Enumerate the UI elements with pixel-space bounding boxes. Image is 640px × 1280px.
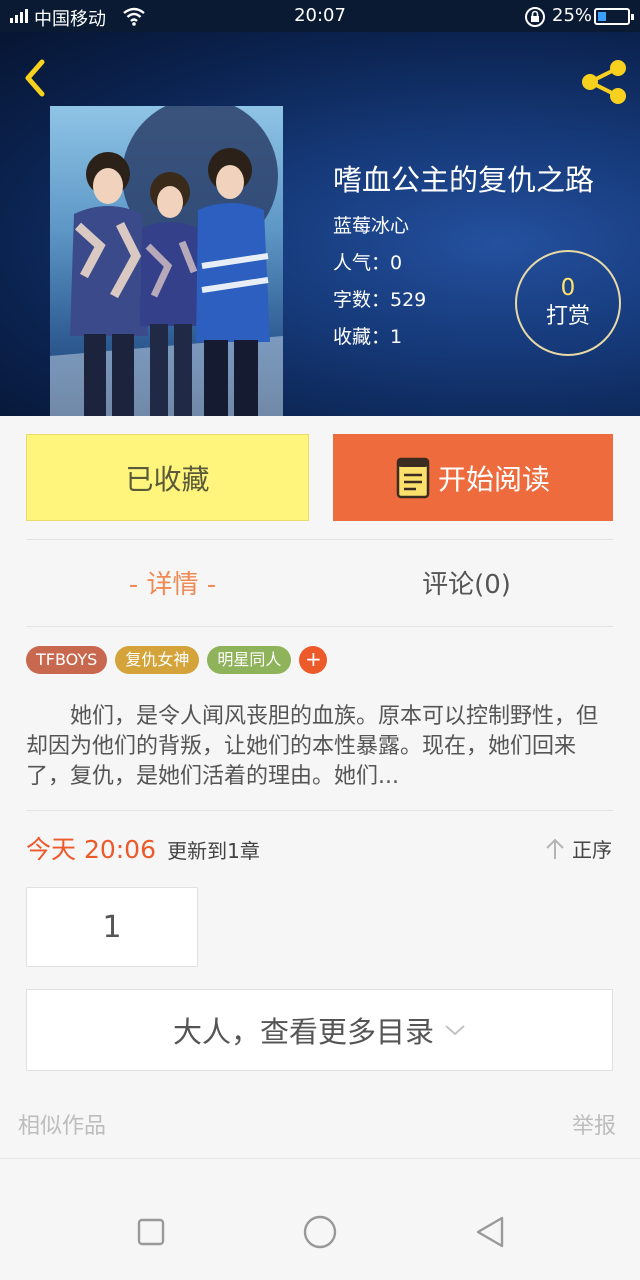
share-icon[interactable] xyxy=(578,56,630,108)
nav-back-triangle-icon[interactable] xyxy=(470,1212,510,1252)
nav-circle-icon[interactable] xyxy=(300,1212,340,1252)
battery-icon xyxy=(594,8,634,25)
more-catalog-button[interactable]: 大人，查看更多目录 xyxy=(26,989,613,1071)
start-reading-button[interactable]: 开始阅读 xyxy=(333,434,613,521)
favorite-label: 已收藏 xyxy=(125,462,210,496)
battery-percent: 25% xyxy=(552,5,593,26)
start-reading-label: 开始阅读 xyxy=(437,462,550,496)
update-text: 更新到1章 xyxy=(167,839,260,863)
book-icon xyxy=(396,457,430,498)
more-catalog-label: 大人，查看更多目录 xyxy=(172,1015,434,1049)
similar-works-heading: 相似作品 xyxy=(18,1114,107,1139)
chapter-number: 1 xyxy=(102,909,122,945)
divider xyxy=(0,1158,640,1159)
divider xyxy=(26,539,613,540)
book-cover[interactable] xyxy=(50,106,283,416)
tab-detail[interactable]: - 详情 - xyxy=(26,560,319,610)
tag-tfboys[interactable]: TFBOYS xyxy=(26,646,108,674)
report-link[interactable]: 举报 xyxy=(572,1108,616,1140)
sort-label: 正序 xyxy=(572,838,612,862)
book-description: 她们，是令人闻风丧胆的血族。原本可以控制野性，但却因为他们的背叛，让她们的本性暴… xyxy=(26,704,599,789)
divider xyxy=(26,810,613,811)
book-title: 嗜血公主的复仇之路 xyxy=(333,163,595,197)
chapter-item[interactable]: 1 xyxy=(26,887,198,967)
tag-revenge-goddess[interactable]: 复仇女神 xyxy=(115,646,200,674)
tip-button[interactable]: 0 打赏 xyxy=(515,250,621,356)
tip-label: 打赏 xyxy=(545,304,590,329)
add-tag-button[interactable]: + xyxy=(299,646,328,674)
book-author[interactable]: 蓝莓冰心 xyxy=(333,208,594,245)
status-bar: 中国移动 20:07 25% xyxy=(0,0,640,32)
back-icon[interactable] xyxy=(18,58,54,98)
system-nav-bar xyxy=(0,1190,640,1280)
book-header: 嗜血公主的复仇之路 蓝莓冰心 人气：0 字数：529 收藏：1 0 打赏 xyxy=(0,32,640,416)
chevron-down-icon xyxy=(445,1025,465,1036)
sort-up-icon xyxy=(546,838,564,859)
tag-list: TFBOYS 复仇女神 明星同人 + xyxy=(26,646,328,674)
lock-rotation-icon xyxy=(525,7,545,27)
update-time: 今天 20:06 xyxy=(26,835,156,864)
tab-comments[interactable]: 评论(0) xyxy=(320,560,613,610)
sort-toggle[interactable]: 正序 xyxy=(544,834,612,863)
tip-count: 0 xyxy=(560,275,576,301)
favorite-button[interactable]: 已收藏 xyxy=(26,434,309,521)
update-info: 今天 20:06 更新到1章 xyxy=(26,830,260,866)
nav-square-icon[interactable] xyxy=(131,1212,171,1252)
divider xyxy=(26,626,613,627)
tag-celebrity-fanfic[interactable]: 明星同人 xyxy=(207,646,292,674)
